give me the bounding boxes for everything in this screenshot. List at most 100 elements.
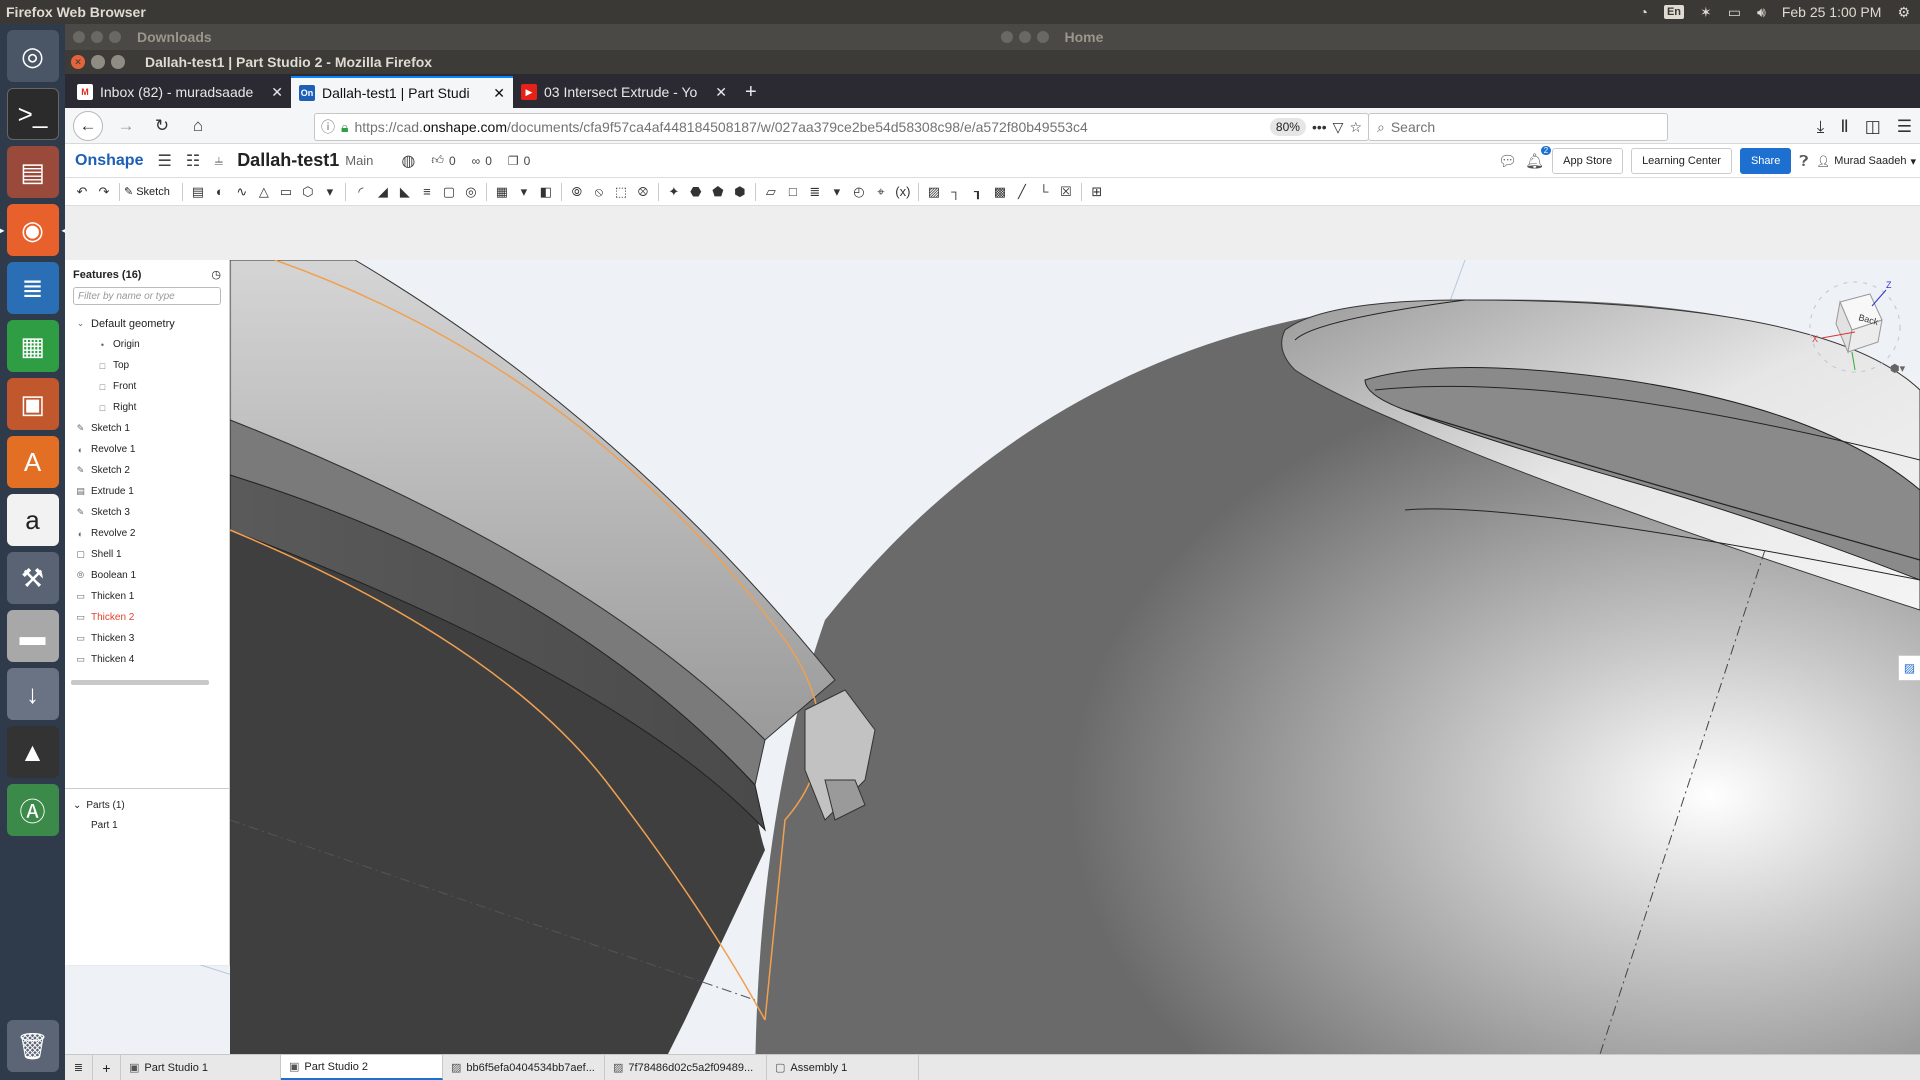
delete-face-icon[interactable]: ⬣	[685, 181, 707, 203]
graphics-viewport[interactable]: Features (16) ◷ Filter by name or type ⌄…	[65, 260, 1920, 1080]
revolve-icon[interactable]: ◐	[209, 181, 231, 203]
background-window-home[interactable]: Home	[993, 24, 1920, 50]
feature-item[interactable]: ▭ Thicken 3	[65, 628, 229, 649]
feature-item[interactable]: • Origin	[65, 334, 229, 355]
url-bar[interactable]: ⓘ 🔒︎ https://cad.onshape.com/documents/c…	[314, 113, 1369, 141]
measure-icon[interactable]: ⌖	[870, 181, 892, 203]
help-icon[interactable]: ❓︎	[1799, 153, 1808, 170]
close-tab-icon[interactable]: ✕	[715, 84, 727, 101]
inkscape-icon[interactable]: ▲	[6, 726, 59, 778]
writer-icon[interactable]: ≣	[6, 262, 59, 314]
sheet-metal-icon[interactable]: ▨	[923, 181, 945, 203]
add-tab-icon[interactable]: +	[93, 1055, 121, 1080]
updater-icon[interactable]: Ⓐ	[6, 784, 59, 836]
menu-icon[interactable]: ☰	[1897, 117, 1912, 137]
tab-image-1[interactable]: ▨ bb6f5efa0404534bb7aef...	[443, 1055, 605, 1080]
chamfer-icon[interactable]: ◢	[372, 181, 394, 203]
mirror-icon[interactable]: ◧	[535, 181, 557, 203]
delete-part-icon[interactable]: ⮾	[632, 181, 654, 203]
pocket-icon[interactable]: ▽	[1333, 119, 1344, 136]
mate-connector-icon[interactable]: □	[782, 181, 804, 203]
comments-icon[interactable]: 💬︎	[1498, 152, 1517, 170]
disk-icon[interactable]: ▬	[6, 610, 59, 662]
feature-item[interactable]: ▭ Thicken 4	[65, 649, 229, 670]
undo-icon[interactable]: ↶	[71, 181, 93, 203]
bluetooth-icon[interactable]: ✶	[1700, 4, 1712, 21]
reload-button[interactable]: ↻	[149, 113, 175, 139]
tab-part-studio-1[interactable]: ▣ Part Studio 1	[121, 1055, 281, 1080]
sidebar-icon[interactable]: ◫	[1865, 117, 1881, 137]
bend-icon[interactable]: ╱	[1011, 181, 1033, 203]
rib-icon[interactable]: ≡	[416, 181, 438, 203]
feature-item[interactable]: ✎ Sketch 3	[65, 502, 229, 523]
feature-item[interactable]: □ Top	[65, 355, 229, 376]
plane-icon[interactable]: ▱	[760, 181, 782, 203]
page-actions-icon[interactable]: •••	[1312, 119, 1327, 135]
battery-icon[interactable]: ▭	[1728, 4, 1741, 21]
finish-sheet-metal-icon[interactable]: ☒	[1055, 181, 1077, 203]
view-cube[interactable]: Back X Z ⬢▾	[1800, 272, 1910, 382]
feature-filter-input[interactable]: Filter by name or type	[73, 287, 221, 305]
curve-icon[interactable]: ◴	[848, 181, 870, 203]
feature-item[interactable]: ▢ Shell 1	[65, 544, 229, 565]
feature-item[interactable]: ✎ Sketch 2	[65, 460, 229, 481]
feature-item[interactable]: ⦾ Boolean 1	[65, 565, 229, 586]
files-icon[interactable]: ▤	[6, 146, 59, 198]
feature-group-default-geometry[interactable]: ⌄ Default geometry	[65, 313, 229, 334]
redo-icon[interactable]: ↷	[93, 181, 115, 203]
volume-icon[interactable]: 🔊︎	[1757, 4, 1766, 21]
keyboard-layout-indicator[interactable]: En	[1663, 5, 1685, 19]
rollback-clock-icon[interactable]: ◷	[211, 268, 221, 281]
usb-icon[interactable]: ↓	[6, 668, 59, 720]
boolean-icon[interactable]: ⦾	[566, 181, 588, 203]
minimize-window-button[interactable]	[91, 55, 105, 69]
wifi-icon[interactable]: ◔	[1639, 4, 1647, 20]
tab-icon[interactable]: ▩	[989, 181, 1011, 203]
onshape-logo[interactable]: Onshape	[75, 152, 143, 170]
close-icon[interactable]	[1000, 31, 1013, 43]
feature-item[interactable]: ▤ Extrude 1	[65, 481, 229, 502]
tab-onshape[interactable]: On Dallah-test1 | Part Studi ✕	[291, 76, 513, 108]
pattern-icon[interactable]: ▦	[491, 181, 513, 203]
home-button[interactable]: ⌂	[185, 113, 211, 139]
document-name[interactable]: Dallah-test1	[237, 150, 339, 171]
minimize-icon[interactable]	[91, 31, 103, 43]
flange-icon[interactable]: ┐	[945, 181, 967, 203]
loft-icon[interactable]: △	[253, 181, 275, 203]
calc-icon[interactable]: ▦	[6, 320, 59, 372]
dropdown-chevron-icon[interactable]: ▾	[319, 181, 341, 203]
terminal-icon[interactable]: >_	[6, 88, 59, 140]
dropdown-chevron-icon[interactable]: ▾	[513, 181, 535, 203]
hem-icon[interactable]: ┒	[967, 181, 989, 203]
extrude-icon[interactable]: ▤	[187, 181, 209, 203]
view-options-icon[interactable]: ⬢▾	[1890, 363, 1906, 375]
workspace-branch[interactable]: Main	[345, 153, 373, 168]
feature-item[interactable]: ◐ Revolve 2	[65, 523, 229, 544]
feature-item[interactable]: □ Right	[65, 397, 229, 418]
feature-item[interactable]: ◐ Revolve 1	[65, 439, 229, 460]
maximize-window-button[interactable]	[111, 55, 125, 69]
replace-face-icon[interactable]: ⬢	[729, 181, 751, 203]
hamburger-menu-icon[interactable]: ☰	[157, 151, 171, 171]
lock-icon[interactable]: 🔒︎	[341, 119, 348, 136]
parts-group-header[interactable]: ⌄ Parts (1)	[65, 795, 230, 815]
share-button[interactable]: Share	[1739, 148, 1792, 174]
configurations-icon[interactable]: ⫨	[214, 152, 223, 170]
feature-item[interactable]: ▭ Thicken 1	[65, 586, 229, 607]
trash-icon[interactable]: 🗑︎	[6, 1020, 59, 1072]
maximize-icon[interactable]	[109, 31, 121, 43]
search-input[interactable]: ⌕ Search	[1368, 113, 1668, 141]
background-window-downloads[interactable]: Downloads	[65, 24, 993, 50]
amazon-icon[interactable]: a	[6, 494, 59, 546]
tab-manager-icon[interactable]: ≣	[65, 1055, 93, 1080]
close-tab-icon[interactable]: ✕	[271, 84, 283, 101]
maximize-icon[interactable]	[1036, 31, 1049, 43]
feature-list-icon[interactable]: ☷	[186, 151, 200, 171]
zoom-level[interactable]: 80%	[1269, 118, 1306, 136]
split-icon[interactable]: ⦸	[588, 181, 610, 203]
transform-icon[interactable]: ⬚	[610, 181, 632, 203]
dash-home-icon[interactable]: ◎	[6, 30, 59, 82]
add-custom-feature-icon[interactable]: ⊞	[1086, 181, 1108, 203]
likes-count[interactable]: 👍︎ 0	[431, 153, 455, 168]
feature-item[interactable]: □ Front	[65, 376, 229, 397]
